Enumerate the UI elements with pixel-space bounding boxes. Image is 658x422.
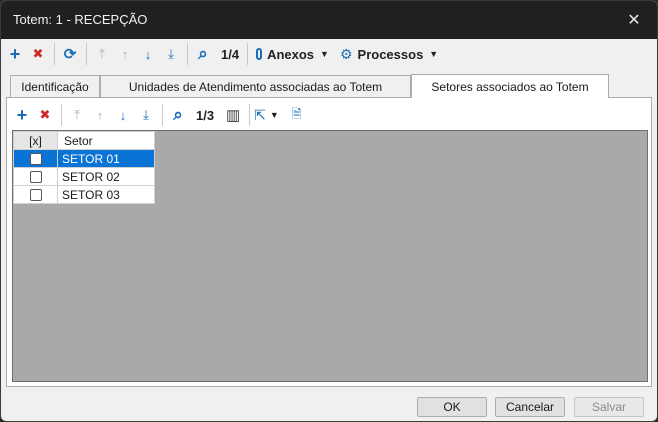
- search-grid-button[interactable]: ⌕: [167, 103, 189, 127]
- dialog-window: Totem: 1 - RECEPÇÃO ✕ + ✖ ⟳ ⤒ ↑ ↓ ⤓ ⌕ 1/…: [0, 0, 658, 422]
- row-checkbox-cell: [13, 149, 58, 168]
- tab-setores[interactable]: Setores associados ao Totem: [411, 74, 609, 98]
- up-arrow-icon: ↑: [121, 46, 129, 62]
- chevron-down-icon: ▼: [429, 49, 439, 59]
- next-record-button[interactable]: ↓: [137, 42, 159, 66]
- setores-grid: [x] Setor SETOR 01 SETOR 02 SETOR 03: [12, 130, 648, 382]
- delete-icon: ✖: [39, 107, 51, 122]
- grid-toolbar: + ✖ ⤒ ↑ ↓ ⤓ ⌕ 1/3 ▥ ⇱ ▼ 🗎: [11, 102, 309, 128]
- close-icon: ✕: [627, 12, 641, 29]
- table-row[interactable]: SETOR 02: [13, 167, 155, 186]
- row-checkbox-cell: [13, 185, 58, 204]
- last-record-button[interactable]: ⤓: [160, 42, 182, 66]
- row-counter: 1/3: [196, 107, 215, 123]
- ok-button[interactable]: OK: [417, 397, 487, 417]
- export-button[interactable]: ⇱ ▼: [254, 103, 279, 127]
- row-checkbox-cell: [13, 167, 58, 186]
- setor-cell[interactable]: SETOR 01: [57, 149, 155, 168]
- add-setor-button[interactable]: +: [11, 103, 33, 127]
- table-row[interactable]: SETOR 03: [13, 185, 155, 204]
- add-record-button[interactable]: +: [4, 42, 26, 66]
- chevron-down-icon: ▼: [269, 110, 279, 120]
- tab-identificacao[interactable]: Identificação: [10, 75, 100, 97]
- delete-record-button[interactable]: ✖: [27, 42, 49, 66]
- document-icon: 🗎: [291, 106, 302, 121]
- column-header-select[interactable]: [x]: [13, 131, 58, 150]
- close-button[interactable]: ✕: [611, 1, 657, 39]
- delete-setor-button[interactable]: ✖: [34, 103, 56, 127]
- search-icon: ⌕: [173, 105, 183, 124]
- processes-menu[interactable]: ⚙ Processos ▼: [340, 42, 438, 66]
- report-button[interactable]: 🗎: [286, 103, 308, 127]
- toolbar-separator: [86, 43, 87, 65]
- gear-icon: ⚙: [339, 45, 353, 62]
- first-icon: ⤒: [74, 107, 80, 122]
- export-icon: ⇱: [254, 106, 266, 123]
- toolbar-separator: [162, 104, 163, 126]
- toolbar-separator: [54, 43, 55, 65]
- down-arrow-icon: ↓: [144, 46, 152, 62]
- search-button[interactable]: ⌕: [192, 42, 214, 66]
- plus-icon: +: [16, 104, 28, 125]
- last-icon: ⤓: [143, 107, 149, 122]
- last-icon: ⤓: [168, 46, 174, 61]
- window-title: Totem: 1 - RECEPÇÃO: [13, 12, 148, 27]
- toolbar-separator: [247, 43, 249, 65]
- refresh-button[interactable]: ⟳: [59, 42, 81, 66]
- setor-cell[interactable]: SETOR 02: [57, 167, 155, 186]
- toolbar-separator: [249, 104, 251, 126]
- delete-icon: ✖: [32, 46, 44, 61]
- columns-icon: ▥: [225, 107, 241, 124]
- grid-header-row: [x] Setor: [13, 131, 155, 150]
- record-counter: 1/4: [221, 46, 240, 62]
- toolbar-separator: [61, 104, 62, 126]
- tab-unidades-atendimento[interactable]: Unidades de Atendimento associadas ao To…: [100, 75, 411, 97]
- refresh-icon: ⟳: [63, 46, 77, 63]
- setores-table: [x] Setor SETOR 01 SETOR 02 SETOR 03: [13, 131, 155, 204]
- down-arrow-icon: ↓: [119, 107, 127, 123]
- processes-label: Processos: [357, 46, 424, 62]
- last-row-button[interactable]: ⤓: [135, 103, 157, 127]
- title-bar: Totem: 1 - RECEPÇÃO ✕: [1, 1, 657, 39]
- paperclip-icon: [256, 48, 263, 60]
- next-row-button[interactable]: ↓: [112, 103, 134, 127]
- tab-panel-setores: + ✖ ⤒ ↑ ↓ ⤓ ⌕ 1/3 ▥ ⇱ ▼ 🗎 [x] Setor SETO…: [6, 97, 652, 387]
- previous-row-button[interactable]: ↑: [89, 103, 111, 127]
- up-arrow-icon: ↑: [96, 107, 104, 123]
- save-button[interactable]: Salvar: [574, 397, 644, 417]
- column-header-setor[interactable]: Setor: [57, 131, 155, 150]
- search-icon: ⌕: [198, 44, 208, 63]
- attachments-label: Anexos: [267, 46, 315, 62]
- columns-button[interactable]: ▥: [222, 103, 244, 127]
- toolbar-separator: [187, 43, 188, 65]
- row-checkbox[interactable]: [29, 153, 42, 166]
- plus-icon: +: [9, 43, 21, 64]
- first-row-button[interactable]: ⤒: [66, 103, 88, 127]
- first-record-button[interactable]: ⤒: [91, 42, 113, 66]
- previous-record-button[interactable]: ↑: [114, 42, 136, 66]
- cancel-button[interactable]: Cancelar: [495, 397, 565, 417]
- chevron-down-icon: ▼: [320, 49, 329, 59]
- tab-strip: Identificação Unidades de Atendimento as…: [10, 74, 650, 98]
- row-checkbox[interactable]: [29, 171, 42, 184]
- attachments-menu[interactable]: Anexos ▼: [256, 42, 329, 66]
- main-toolbar: + ✖ ⟳ ⤒ ↑ ↓ ⤓ ⌕ 1/4 Anexos ▼ ⚙ Processos…: [1, 39, 657, 69]
- first-icon: ⤒: [99, 46, 105, 61]
- row-checkbox[interactable]: [29, 189, 42, 202]
- table-row[interactable]: SETOR 01: [13, 149, 155, 168]
- setor-cell[interactable]: SETOR 03: [57, 185, 155, 204]
